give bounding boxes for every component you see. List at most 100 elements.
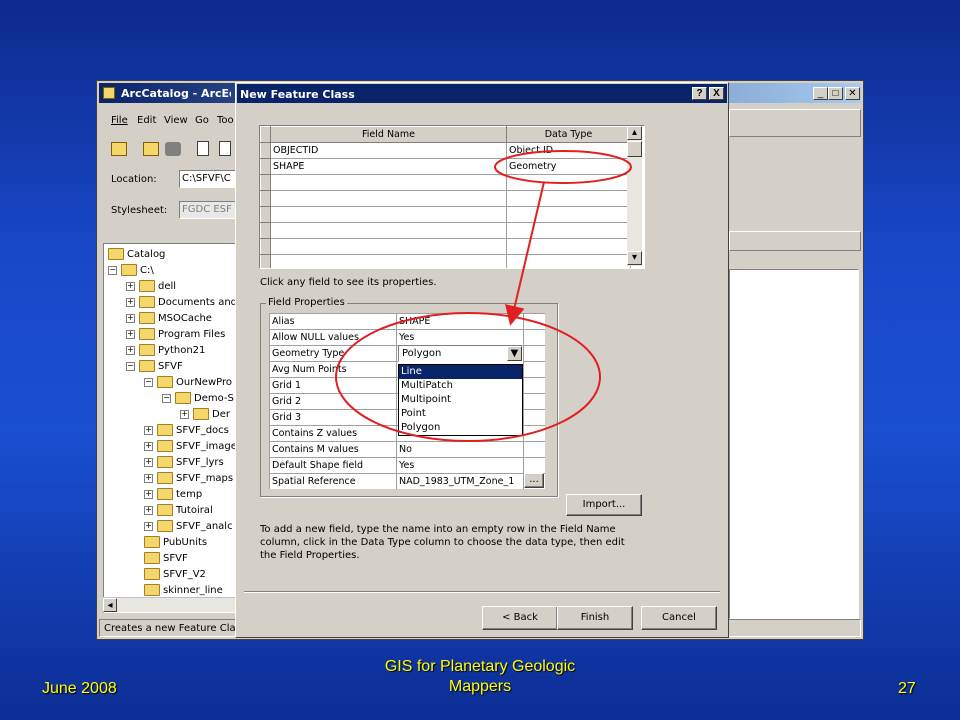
tree-item[interactable]: SFVF <box>144 552 188 564</box>
collapse-icon[interactable]: − <box>144 377 153 387</box>
expand-icon[interactable]: + <box>144 489 153 499</box>
tree-item[interactable]: − OurNewPro <box>144 376 232 388</box>
scroll-thumb[interactable] <box>627 141 642 157</box>
menu-edit[interactable]: Edit <box>137 115 156 126</box>
tree-item[interactable]: + Python21 <box>126 344 205 356</box>
tree-item[interactable]: − Demo-S <box>162 392 234 404</box>
expand-icon[interactable]: + <box>144 473 153 483</box>
scroll-up-arrow[interactable]: ▴ <box>627 126 642 140</box>
field-name-cell[interactable] <box>270 238 507 255</box>
tree-item[interactable]: + dell <box>126 280 176 292</box>
property-value-cell[interactable]: Yes <box>396 457 524 474</box>
table-row[interactable]: Alias SHAPE <box>269 313 545 330</box>
dialog-titlebar[interactable]: New Feature Class ? X <box>237 84 727 103</box>
field-name-cell[interactable] <box>270 190 507 207</box>
menu-go[interactable]: Go <box>195 115 209 126</box>
table-row[interactable]: OBJECTID Object ID <box>260 142 631 159</box>
collapse-icon[interactable]: − <box>126 361 135 371</box>
connect-folder-icon[interactable] <box>143 142 159 156</box>
expand-icon[interactable]: + <box>144 505 153 515</box>
row-selector[interactable] <box>260 158 271 175</box>
scroll-left-arrow[interactable]: ◂ <box>103 598 117 612</box>
tree-item[interactable]: + SFVF_docs <box>144 424 229 436</box>
scroll-down-arrow[interactable]: ▾ <box>627 251 642 265</box>
table-row[interactable]: SHAPE Geometry <box>260 158 631 175</box>
dropdown-option[interactable]: Line <box>399 365 522 379</box>
arccatalog-close-button[interactable]: ✕ <box>845 87 860 100</box>
property-value-cell[interactable]: SHAPE <box>396 313 524 330</box>
dropdown-option[interactable]: Polygon <box>399 421 522 435</box>
field-name-cell[interactable] <box>270 174 507 191</box>
expand-icon[interactable]: + <box>126 345 135 355</box>
collapse-icon[interactable]: − <box>162 393 171 403</box>
tree-item[interactable]: + SFVF_maps <box>144 472 233 484</box>
row-selector[interactable] <box>260 206 271 223</box>
tree-horizontal-scrollbar[interactable]: ◂ <box>103 597 239 612</box>
tree-item[interactable]: + Der <box>180 408 230 420</box>
data-type-cell[interactable] <box>506 238 631 255</box>
expand-icon[interactable]: + <box>126 297 135 307</box>
table-row[interactable]: Spatial Reference NAD_1983_UTM_Zone_1 <box>269 473 545 489</box>
menu-view[interactable]: View <box>164 115 188 126</box>
dropdown-option[interactable]: MultiPatch <box>399 379 522 393</box>
table-row[interactable]: Contains M values No <box>269 441 545 458</box>
row-selector[interactable] <box>260 190 271 207</box>
tree-item[interactable]: + SFVF_image <box>144 440 237 452</box>
data-type-cell[interactable]: Geometry <box>506 158 631 175</box>
row-selector[interactable] <box>260 222 271 239</box>
tree-item[interactable]: Catalog <box>108 248 165 260</box>
dropdown-option[interactable]: Multipoint <box>399 393 522 407</box>
cancel-button[interactable]: Cancel <box>641 606 717 630</box>
dropdown-option[interactable]: Point <box>399 407 522 421</box>
expand-icon[interactable]: + <box>144 425 153 435</box>
expand-icon[interactable]: + <box>126 329 135 339</box>
copy-icon[interactable] <box>197 141 209 156</box>
tree-item[interactable]: PubUnits <box>144 536 207 548</box>
property-value-cell[interactable]: NAD_1983_UTM_Zone_1 <box>396 473 524 489</box>
data-type-cell[interactable] <box>506 206 631 223</box>
table-row[interactable]: Allow NULL values Yes <box>269 329 545 346</box>
geometry-type-combo[interactable]: Polygon ▼ <box>398 345 523 362</box>
row-selector[interactable] <box>260 142 271 159</box>
help-button[interactable]: ? <box>692 87 707 100</box>
expand-icon[interactable]: + <box>126 281 135 291</box>
field-name-header[interactable]: Field Name <box>270 126 507 143</box>
data-type-cell[interactable] <box>506 222 631 239</box>
tree-item[interactable]: + SFVF_lyrs <box>144 456 224 468</box>
row-selector[interactable] <box>260 174 271 191</box>
data-type-cell[interactable] <box>506 174 631 191</box>
row-selector[interactable] <box>260 254 271 268</box>
tree-item[interactable]: + SFVF_analc <box>144 520 233 532</box>
table-row[interactable] <box>260 222 631 239</box>
expand-icon[interactable]: + <box>180 409 189 419</box>
disconnect-icon[interactable] <box>165 142 181 156</box>
field-name-cell[interactable] <box>270 254 507 268</box>
tree-item[interactable]: + MSOCache <box>126 312 212 324</box>
data-type-header[interactable]: Data Type <box>506 126 631 143</box>
arccatalog-maximize-button[interactable]: □ <box>828 87 843 100</box>
back-button[interactable]: < Back <box>482 606 558 630</box>
menu-tools[interactable]: Too <box>217 115 237 126</box>
dialog-close-button[interactable]: X <box>709 87 724 100</box>
field-name-cell[interactable]: SHAPE <box>270 158 507 175</box>
table-row[interactable] <box>260 190 631 207</box>
field-name-cell[interactable] <box>270 222 507 239</box>
expand-icon[interactable]: + <box>126 313 135 323</box>
tree-item[interactable]: + Tutoiral <box>144 504 213 516</box>
tree-item[interactable]: − C:\ <box>108 264 154 276</box>
tree-item[interactable]: skinner_line <box>144 584 223 596</box>
data-type-cell[interactable] <box>506 254 631 268</box>
location-input[interactable]: C:\SFVF\C <box>179 170 239 188</box>
tree-item[interactable]: SFVF_V2 <box>144 568 206 580</box>
arccatalog-minimize-button[interactable]: _ <box>813 87 828 100</box>
data-type-cell[interactable] <box>506 190 631 207</box>
table-row[interactable] <box>260 238 631 255</box>
table-row[interactable] <box>260 206 631 223</box>
collapse-icon[interactable]: − <box>108 265 117 275</box>
expand-icon[interactable]: + <box>144 457 153 467</box>
fields-vertical-scrollbar[interactable]: ▴ ▾ <box>627 126 642 266</box>
spatial-reference-ellipsis-button[interactable]: ... <box>524 473 544 488</box>
property-value-cell[interactable]: No <box>396 441 524 458</box>
expand-icon[interactable]: + <box>144 521 153 531</box>
field-name-cell[interactable]: OBJECTID <box>270 142 507 159</box>
